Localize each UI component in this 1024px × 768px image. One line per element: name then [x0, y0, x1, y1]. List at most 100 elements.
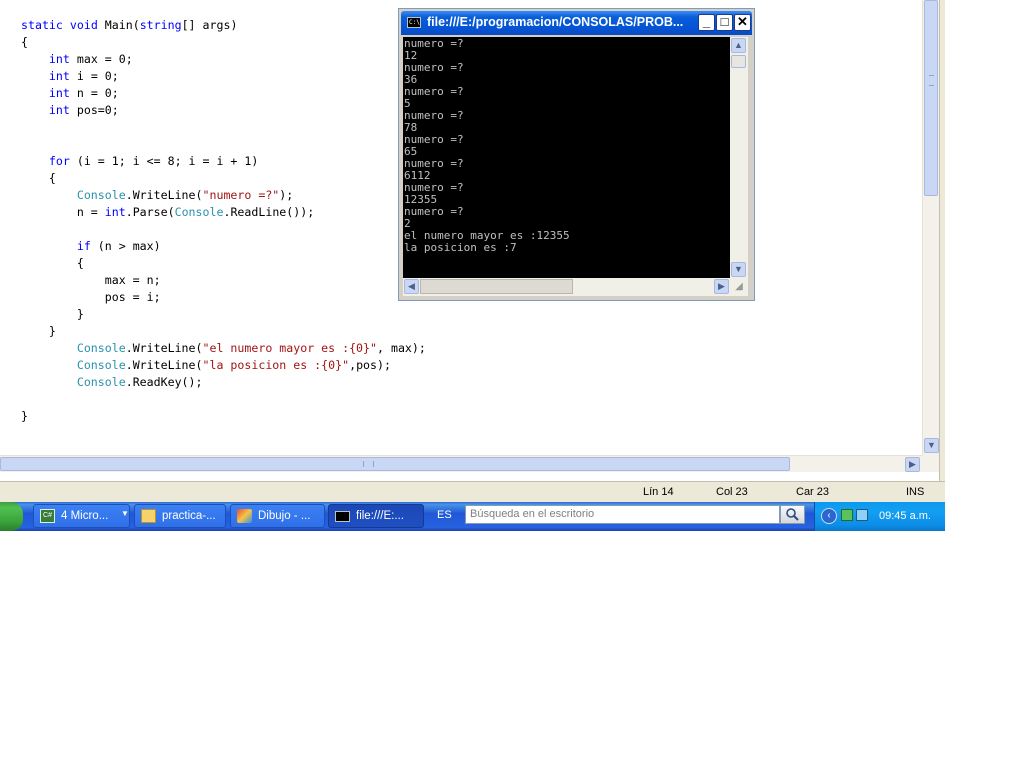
code-token: i = 0; — [69, 69, 119, 83]
code-line: Console.WriteLine("el numero mayor es :{… — [21, 340, 426, 357]
code-line: static void Main(string[] args) — [21, 17, 237, 34]
scroll-down-button[interactable]: ▼ — [924, 438, 939, 453]
code-line: if (n > max) — [21, 238, 161, 255]
code-line: Console.WriteLine("la posicion es :{0}",… — [21, 357, 391, 374]
code-token: .ReadKey(); — [125, 375, 203, 389]
code-token: max = n; — [21, 273, 161, 287]
console-vertical-scrollbar[interactable]: ▲ ▼ — [730, 37, 748, 278]
code-line: n = int.Parse(Console.ReadLine()); — [21, 204, 314, 221]
resize-grip-icon[interactable]: ◢ — [730, 278, 748, 296]
code-line: { — [21, 255, 84, 272]
code-token: .ReadLine()); — [223, 205, 315, 219]
code-line: int pos=0; — [21, 102, 119, 119]
network-connection-icon[interactable] — [856, 509, 868, 521]
console-title-bar[interactable]: C:\ file:///E:/programacion/CONSOLAS/PRO… — [401, 11, 752, 35]
window-border — [939, 0, 945, 481]
code-token: Console — [76, 358, 126, 372]
code-token: (i = 1; i <= 8; i = i + 1) — [69, 154, 259, 168]
taskbar-item-folder[interactable]: practica-... — [134, 504, 226, 528]
code-token: n = — [21, 205, 105, 219]
code-line: } — [21, 408, 28, 425]
code-token: "la posicion es :{0}" — [202, 358, 350, 372]
console-scroll-up-button[interactable]: ▲ — [731, 38, 746, 53]
code-token: (n > max) — [90, 239, 161, 253]
taskbar-item-label: 4 Micro... — [61, 510, 109, 522]
paint-icon — [237, 509, 252, 523]
console-output-line: numero =? — [404, 85, 464, 98]
horizontal-scroll-thumb[interactable] — [0, 457, 790, 471]
code-token: "numero =?" — [202, 188, 280, 202]
console-output[interactable]: numero =? 12 numero =? 36 numero =? 5 numero =… — [403, 37, 730, 278]
folder-icon — [141, 509, 156, 523]
maximize-button[interactable]: □ — [716, 14, 733, 31]
console-scroll-left-button[interactable]: ◀ — [404, 279, 419, 294]
language-indicator[interactable]: ES — [437, 509, 452, 521]
code-token: "el numero mayor es :{0}" — [202, 341, 378, 355]
console-scroll-thumb[interactable] — [731, 55, 746, 68]
console-output-line: numero =? — [404, 205, 464, 218]
console-horizontal-scrollbar[interactable]: ◀ ▶ — [403, 278, 730, 296]
code-token: } — [21, 409, 28, 423]
console-window[interactable]: C:\ file:///E:/programacion/CONSOLAS/PRO… — [398, 8, 755, 301]
desktop-search-input[interactable]: Búsqueda en el escritorio — [465, 505, 780, 524]
code-line: max = n; — [21, 272, 161, 289]
code-token: int — [48, 103, 70, 117]
close-button[interactable]: ✕ — [734, 14, 751, 31]
code-token: .WriteLine( — [125, 341, 203, 355]
code-line: Console.WriteLine("numero =?"); — [21, 187, 293, 204]
taskbar-item-label: practica-... — [162, 510, 216, 522]
taskbar-item-visual-studio[interactable]: C# 4 Micro... ▼ — [33, 504, 130, 528]
scroll-corner — [922, 455, 939, 472]
taskbar-item-paint[interactable]: Dibujo - ... — [230, 504, 325, 528]
status-column: Col 23 — [716, 486, 748, 498]
taskbar-item-label: file:///E:... — [356, 510, 404, 522]
code-token: , max); — [377, 341, 426, 355]
editor-vertical-scrollbar[interactable]: ▼ — [922, 0, 939, 455]
taskbar: C# 4 Micro... ▼ practica-... Dibujo - ..… — [0, 502, 945, 531]
taskbar-item-label: Dibujo - ... — [258, 510, 311, 522]
start-button[interactable] — [0, 502, 23, 531]
code-token: n = 0; — [69, 86, 119, 100]
code-token: int — [48, 69, 70, 83]
status-line: Lín 14 — [643, 486, 674, 498]
status-insert-mode: INS — [906, 486, 925, 498]
scroll-right-button[interactable]: ▶ — [905, 457, 920, 472]
network-icon[interactable] — [841, 509, 853, 521]
code-line: } — [21, 323, 56, 340]
taskbar-item-console[interactable]: file:///E:... — [328, 504, 424, 528]
console-horizontal-thumb[interactable] — [420, 279, 573, 294]
code-token: int — [48, 52, 70, 66]
code-token: pos = i; — [21, 290, 161, 304]
console-title: file:///E:/programacion/CONSOLAS/PROB... — [427, 15, 684, 29]
editor-horizontal-scrollbar[interactable]: ▶ — [0, 455, 922, 472]
code-token: ); — [279, 188, 294, 202]
code-token: } — [21, 307, 84, 321]
search-button[interactable] — [780, 505, 805, 524]
code-token: .WriteLine( — [125, 188, 203, 202]
code-token: if — [76, 239, 91, 253]
minimize-button[interactable]: _ — [698, 14, 715, 31]
code-line: int n = 0; — [21, 85, 119, 102]
group-arrow-icon[interactable]: ▼ — [121, 509, 129, 518]
console-icon — [335, 511, 350, 522]
vertical-scroll-thumb[interactable] — [924, 0, 938, 196]
console-scroll-right-button[interactable]: ▶ — [714, 279, 729, 294]
clock[interactable]: 09:45 a.m. — [879, 510, 931, 522]
code-line: { — [21, 170, 56, 187]
code-line: pos = i; — [21, 289, 161, 306]
code-line: } — [21, 306, 84, 323]
code-token: int — [48, 86, 70, 100]
search-icon — [786, 508, 799, 521]
code-token: Console — [76, 375, 126, 389]
code-token: ,pos); — [349, 358, 391, 372]
code-line: { — [21, 34, 28, 51]
code-token: pos=0; — [69, 103, 119, 117]
console-scroll-down-button[interactable]: ▼ — [731, 262, 746, 277]
chevron-left-icon[interactable]: ‹ — [821, 508, 837, 524]
